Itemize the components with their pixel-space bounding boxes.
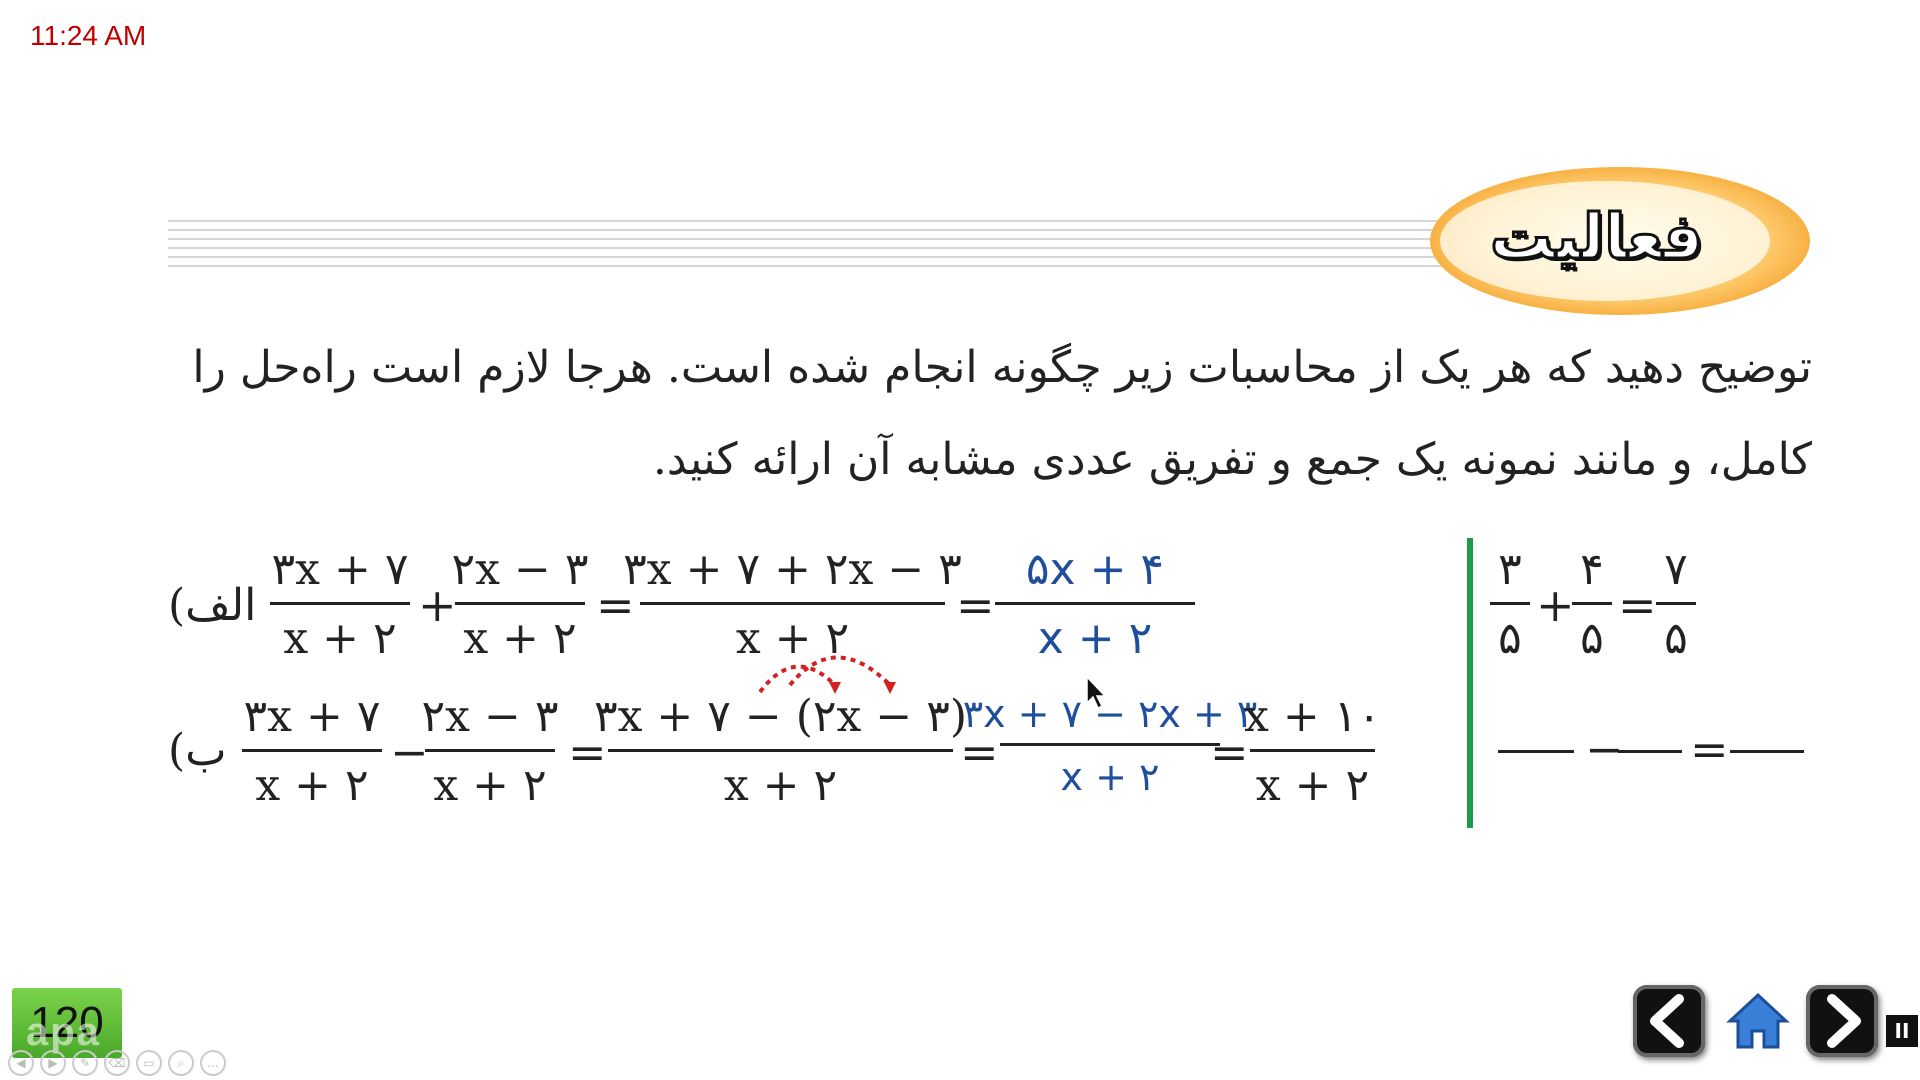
fraction-bar — [242, 749, 382, 752]
blank-fraction-2 — [1618, 750, 1682, 753]
instruction-paragraph: توضیح دهید که هر یک از محاسبات زیر چگونه… — [170, 322, 1812, 506]
fraction-denominator: ۵ — [1664, 613, 1688, 664]
equals-sign: = — [1618, 578, 1657, 632]
fraction-denominator: x + ۲ — [463, 613, 577, 664]
eq-a-fraction-4: ۵x + ۴ x + ۲ — [995, 548, 1195, 661]
fraction-numerator: x + ۱۰ — [1244, 691, 1381, 742]
blank-fraction-3 — [1730, 750, 1804, 753]
play-small-icon[interactable]: ▶ — [40, 1050, 66, 1076]
fraction-numerator: ۲x − ۳ — [421, 691, 559, 742]
green-divider — [1467, 538, 1473, 828]
fraction-numerator: ۳x + ۷ − (۲x − ۳) — [594, 691, 968, 742]
equals-sign: = — [1210, 725, 1249, 779]
fraction-denominator: x + ۲ — [1037, 613, 1153, 664]
fraction-bar — [1656, 602, 1696, 605]
fraction-bar — [1250, 749, 1375, 752]
header-stripes — [168, 220, 1568, 268]
eq-b-fraction-2: ۲x − ۳ x + ۲ — [422, 695, 559, 811]
home-icon — [1726, 992, 1790, 1049]
fraction-bar — [608, 749, 953, 752]
eq-b-fraction-4: ۳x + ۷ − ۲x + ۳ x + ۲ — [963, 695, 1258, 799]
eq-b-fraction-5: x + ۱۰ x + ۲ — [1244, 695, 1381, 811]
eq-b-fraction-3: ۳x + ۷ − (۲x − ۳) x + ۲ — [594, 695, 967, 811]
pause-button[interactable]: II — [1886, 1015, 1918, 1047]
eq-b-label: ب) — [168, 725, 227, 776]
equals-sign: = — [1690, 722, 1729, 776]
fraction-numerator: ۴ — [1580, 544, 1604, 595]
fraction-numerator: ۵x + ۴ — [1025, 544, 1165, 595]
fraction-numerator: ۲x − ۳ — [451, 544, 589, 595]
fraction-denominator: x + ۲ — [283, 613, 397, 664]
fraction-bar — [1572, 602, 1612, 605]
previous-button[interactable] — [1633, 985, 1705, 1057]
pen-icon[interactable]: ✎ — [72, 1050, 98, 1076]
fraction-denominator: ۵ — [1580, 613, 1604, 664]
eq-b-fraction-1: ۳x + ۷ x + ۲ — [242, 695, 382, 808]
fraction-numerator: ۳x + ۷ + ۲x − ۳ — [623, 544, 962, 595]
fraction-denominator: x + ۲ — [433, 760, 547, 811]
fraction-numerator: ۳ — [1498, 544, 1522, 595]
clock: 11:24 AM — [30, 20, 147, 51]
example-fraction-3: ۷ ۵ — [1656, 548, 1696, 661]
chevron-right-icon — [1827, 994, 1861, 1048]
fraction-denominator: x + ۲ — [1060, 755, 1160, 799]
pause-icon: II — [1894, 1019, 1910, 1043]
equals-sign: = — [956, 578, 995, 632]
home-button[interactable] — [1722, 985, 1794, 1057]
fraction-bar — [1490, 602, 1530, 605]
section-title: فعالیت — [1488, 199, 1704, 275]
fraction-denominator: x + ۲ — [255, 760, 369, 811]
paragraph-line-2: کامل، و مانند نمونه یک جمع و تفریق عددی … — [652, 434, 1812, 485]
example-fraction-1: ۳ ۵ — [1490, 548, 1530, 661]
eq-a-fraction-1: ۳x + ۷ x + ۲ — [270, 548, 410, 661]
eraser-icon[interactable]: ⌫ — [104, 1050, 130, 1076]
zoom-icon[interactable]: ⌕ — [168, 1050, 194, 1076]
minus-sign: − — [1585, 722, 1624, 776]
example-fraction-2: ۴ ۵ — [1572, 548, 1612, 661]
paragraph-line-1: توضیح دهید که هر یک از محاسبات زیر چگونه… — [192, 342, 1812, 393]
blank-fraction-1 — [1498, 750, 1574, 753]
fraction-numerator: ۳x + ۷ — [271, 544, 409, 595]
eq-a-label: الف) — [168, 580, 257, 631]
watermark-logo: apa — [26, 1010, 101, 1054]
fraction-denominator: ۵ — [1498, 613, 1522, 664]
fraction-numerator: ۷ — [1664, 544, 1688, 595]
back-small-icon[interactable]: ◀ — [8, 1050, 34, 1076]
fraction-bar — [270, 602, 410, 605]
fraction-numerator: ۳x + ۷ — [243, 691, 381, 742]
fraction-denominator: x + ۲ — [723, 760, 838, 811]
chevron-left-icon — [1650, 994, 1684, 1048]
more-icon[interactable]: … — [200, 1050, 226, 1076]
fraction-bar — [425, 749, 555, 752]
slides-icon[interactable]: ▭ — [136, 1050, 162, 1076]
fraction-bar — [455, 602, 585, 605]
fraction-bar — [995, 602, 1195, 605]
next-button[interactable] — [1806, 985, 1878, 1057]
fraction-denominator: x + ۲ — [1255, 760, 1370, 811]
fraction-bar — [640, 602, 945, 605]
plus-sign: + — [1536, 578, 1575, 632]
eq-a-fraction-2: ۲x − ۳ x + ۲ — [452, 548, 589, 664]
fraction-bar — [1000, 743, 1220, 746]
